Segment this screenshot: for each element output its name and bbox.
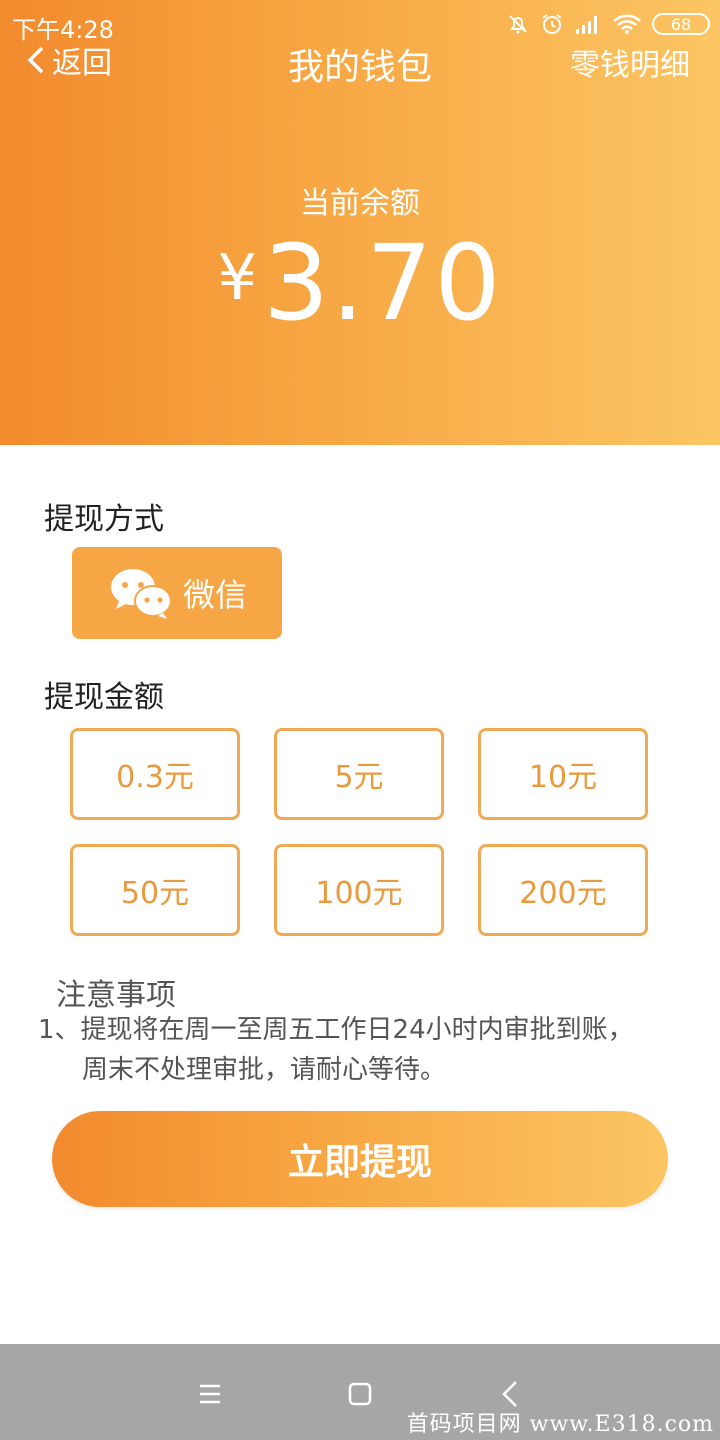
notes-line-2: 周末不处理审批，请耐心等待。 — [82, 1055, 447, 1085]
amount-options: 0.3元 5元 10元 50元 100元 200元 — [70, 728, 650, 936]
home-icon[interactable] — [340, 1374, 380, 1414]
status-icons: 68 — [506, 10, 710, 38]
amount-option-200[interactable]: 200元 — [478, 844, 648, 936]
system-nav-bar: 首码项目网 www.E318.com — [0, 1344, 720, 1440]
battery-icon: 68 — [652, 13, 710, 35]
withdraw-method-title: 提现方式 — [44, 502, 164, 537]
balance-amount: 3.70 — [262, 222, 503, 344]
change-detail-link[interactable]: 零钱明细 — [570, 40, 690, 84]
withdraw-now-button[interactable]: 立即提现 — [52, 1111, 668, 1207]
amount-option-5[interactable]: 5元 — [274, 728, 444, 820]
alarm-icon — [542, 14, 562, 34]
signal-icon — [576, 16, 597, 34]
amount-option-0.3[interactable]: 0.3元 — [70, 728, 240, 820]
wechat-method-button[interactable]: 微信 — [72, 547, 282, 639]
currency-symbol: ¥ — [217, 241, 257, 314]
wechat-label: 微信 — [182, 576, 247, 614]
notes-text: 1、提现将在周一至周五工作日24小时内审批到账， 周末不处理审批，请耐心等待。 — [38, 1010, 688, 1090]
top-bar: 返回 我的钱包 零钱明细 — [0, 38, 720, 88]
menu-icon[interactable] — [190, 1374, 230, 1414]
wifi-icon — [613, 14, 641, 34]
wechat-icon — [110, 569, 172, 619]
withdraw-amount-title: 提现金额 — [44, 680, 164, 715]
watermark: 首码项目网 www.E318.com — [406, 1412, 714, 1437]
balance-value: ¥3.70 — [0, 222, 720, 344]
bell-off-icon — [509, 15, 527, 34]
amount-option-50[interactable]: 50元 — [70, 844, 240, 936]
amount-option-10[interactable]: 10元 — [478, 728, 648, 820]
amount-option-100[interactable]: 100元 — [274, 844, 444, 936]
notes-title: 注意事项 — [56, 978, 176, 1013]
notes-line-1: 1、提现将在周一至周五工作日24小时内审批到账， — [38, 1015, 634, 1045]
balance-label: 当前余额 — [300, 186, 420, 221]
